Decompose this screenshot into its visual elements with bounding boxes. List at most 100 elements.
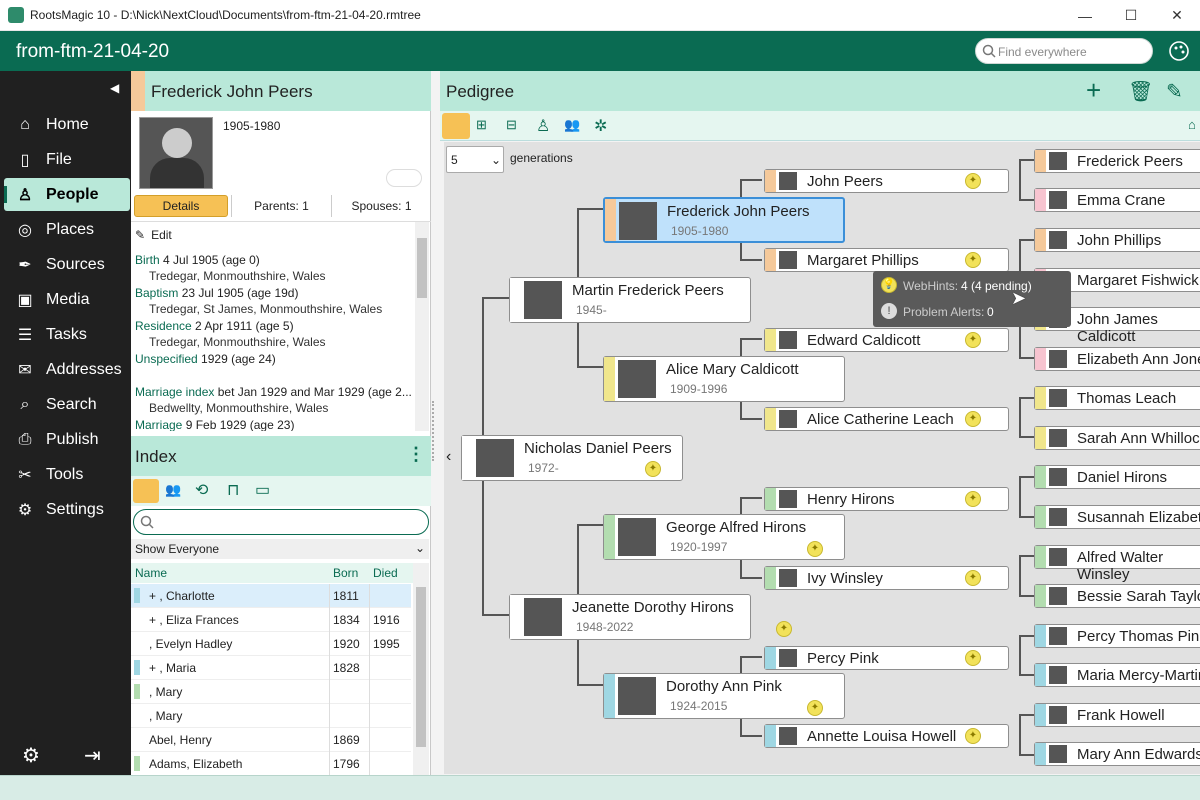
index-row[interactable]: , Mary	[131, 704, 411, 728]
column-born[interactable]: Born	[333, 566, 358, 580]
person-card[interactable]: Henry Hirons ✦	[764, 487, 1009, 511]
nav-item-publish[interactable]: ⎙ Publish	[4, 423, 130, 456]
network-view-icon[interactable]: ✲	[594, 116, 607, 136]
webhint-bulb-icon[interactable]: ✦	[965, 332, 981, 348]
person-card[interactable]: Margaret Phillips ✦	[764, 248, 1009, 272]
index-scrollbar[interactable]	[413, 563, 429, 775]
event-item[interactable]: Residence 2 Apr 1911 (age 5) Tredegar, Mo…	[135, 318, 415, 350]
family-view-icon[interactable]: ⊞	[476, 117, 487, 133]
person-card[interactable]: Percy Thomas Pink	[1034, 624, 1200, 648]
name-list-icon[interactable]	[133, 479, 159, 503]
person-card[interactable]: Alfred Walter Winsley	[1034, 545, 1200, 583]
person-view-icon[interactable]: ♙	[536, 116, 550, 136]
nav-item-tools[interactable]: ✂ Tools	[4, 458, 130, 491]
person-card[interactable]: Emma Crane	[1034, 188, 1200, 212]
event-item[interactable]: Marriage index bet Jan 1929 and Mar 1929…	[135, 384, 415, 416]
collapse-panel-icon[interactable]: ◀	[110, 81, 119, 95]
home-person-icon[interactable]: ⌂	[1188, 117, 1196, 132]
person-card[interactable]: George Alfred Hirons 1920-1997 ✦	[603, 514, 845, 560]
person-card[interactable]: Nicholas Daniel Peers 1972- ✦	[461, 435, 683, 481]
tab-parents[interactable]: Parents: 1	[231, 195, 331, 217]
edit-pencil-icon[interactable]: ✎	[1166, 79, 1183, 104]
minimize-icon[interactable]: —	[1062, 0, 1108, 31]
event-item[interactable]: Unspecified 1929 (age 24)	[135, 351, 415, 367]
index-row[interactable]: Adams, Elizabeth 1796	[131, 752, 411, 775]
maximize-icon[interactable]: ☐	[1108, 0, 1154, 31]
edit-button[interactable]: ✎ Edit	[135, 228, 172, 242]
index-row[interactable]: , Evelyn Hadley 1920 1995	[131, 632, 411, 656]
index-row[interactable]: + , Maria 1828	[131, 656, 411, 680]
webhint-bulb-icon[interactable]: ✦	[776, 621, 792, 637]
person-card[interactable]: Elizabeth Ann Jones	[1034, 347, 1200, 371]
person-card[interactable]: Daniel Hirons	[1034, 465, 1200, 489]
tree-view-icon[interactable]: ⚙	[22, 743, 40, 768]
webhint-bulb-icon[interactable]: ✦	[965, 650, 981, 666]
index-row[interactable]: , Mary	[131, 680, 411, 704]
person-card[interactable]: John Phillips	[1034, 228, 1200, 252]
webhint-bulb-icon[interactable]: ✦	[965, 570, 981, 586]
event-item[interactable]: Baptism 23 Jul 1905 (age 19d) Tredegar, S…	[135, 285, 415, 317]
person-card[interactable]: Sarah Ann Whillock	[1034, 426, 1200, 450]
person-card[interactable]: Alice Catherine Leach ✦	[764, 407, 1009, 431]
close-icon[interactable]: ✕	[1154, 0, 1200, 31]
webhint-bulb-icon[interactable]: ✦	[965, 411, 981, 427]
webhint-bulb-icon[interactable]: ✦	[965, 173, 981, 189]
tab-spouses[interactable]: Spouses: 1	[331, 195, 431, 217]
column-name[interactable]: Name	[135, 566, 167, 580]
tab-details[interactable]: Details	[134, 195, 228, 217]
webhint-bulb-icon[interactable]: ✦	[807, 541, 823, 557]
nav-item-search[interactable]: ⌕ Search	[4, 388, 130, 421]
nav-item-tasks[interactable]: ☰ Tasks	[4, 318, 130, 351]
person-card[interactable]: Bessie Sarah Taylor	[1034, 584, 1200, 608]
person-card[interactable]: Martin Frederick Peers 1945-	[509, 277, 751, 323]
webhint-bulb-icon[interactable]: ✦	[965, 491, 981, 507]
nav-item-places[interactable]: ◎ Places	[4, 213, 130, 246]
more-options-icon[interactable]: ⋮	[407, 444, 425, 465]
index-search-input[interactable]	[133, 509, 429, 535]
splitter-handle[interactable]	[432, 401, 436, 461]
groups-icon[interactable]: ▭	[255, 480, 270, 500]
bookmark-icon[interactable]: ⊓	[227, 480, 239, 500]
nav-item-addresses[interactable]: ✉ Addresses	[4, 353, 130, 386]
webhint-bulb-icon[interactable]: ✦	[807, 700, 823, 716]
sign-in-icon[interactable]: ⇥	[84, 743, 101, 768]
person-card[interactable]: Frederick John Peers 1905-1980	[603, 197, 845, 243]
person-card[interactable]: Dorothy Ann Pink 1924-2015 ✦	[603, 673, 845, 719]
event-item[interactable]: Marriage 9 Feb 1929 (age 23)Bedwellty, M…	[135, 417, 415, 431]
person-card[interactable]: John Peers ✦	[764, 169, 1009, 193]
pedigree-view-icon[interactable]	[442, 113, 470, 139]
index-row[interactable]: Abel, Henry 1869	[131, 728, 411, 752]
person-card[interactable]: Mary Ann Edwards	[1034, 742, 1200, 766]
nav-item-people[interactable]: ♙ People	[4, 178, 130, 211]
person-card[interactable]: Percy Pink ✦	[764, 646, 1009, 670]
webhint-bulb-icon[interactable]: ✦	[965, 728, 981, 744]
trash-icon[interactable]: 🗑	[1128, 79, 1153, 104]
column-died[interactable]: Died	[373, 566, 398, 580]
person-card[interactable]: Thomas Leach	[1034, 386, 1200, 410]
add-icon[interactable]: +	[1086, 75, 1101, 106]
person-card[interactable]: Edward Caldicott ✦	[764, 328, 1009, 352]
index-row[interactable]: + , Charlotte 1811	[131, 584, 411, 608]
descendant-view-icon[interactable]: ⊟	[506, 117, 517, 133]
search-everywhere-input[interactable]: Find everywhere	[975, 38, 1153, 64]
families-icon[interactable]: 👥	[165, 482, 181, 498]
events-scrollbar[interactable]	[415, 222, 429, 431]
person-card[interactable]: Alice Mary Caldicott 1909-1996	[603, 356, 845, 402]
nav-item-settings[interactable]: ⚙ Settings	[4, 493, 130, 526]
person-card[interactable]: Frank Howell	[1034, 703, 1200, 727]
webhint-bulb-icon[interactable]: ✦	[645, 461, 661, 477]
person-photo[interactable]	[139, 117, 213, 189]
people-view-icon[interactable]: 👥	[564, 117, 580, 133]
palette-icon[interactable]	[1168, 40, 1190, 62]
nav-item-sources[interactable]: ✒ Sources	[4, 248, 130, 281]
history-icon[interactable]: ⟲	[195, 480, 208, 500]
person-card[interactable]: Susannah Elizabeth	[1034, 505, 1200, 529]
person-card[interactable]: Maria Mercy-Martin	[1034, 663, 1200, 687]
webhint-bulb-icon[interactable]: ✦	[965, 252, 981, 268]
person-card[interactable]: Annette Louisa Howell ✦	[764, 724, 1009, 748]
nav-item-home[interactable]: ⌂ Home	[4, 108, 130, 141]
person-card[interactable]: Frederick Peers	[1034, 149, 1200, 173]
index-row[interactable]: + , Eliza Frances 1834 1916	[131, 608, 411, 632]
person-card[interactable]: Ivy Winsley ✦	[764, 566, 1009, 590]
nav-item-media[interactable]: ▣ Media	[4, 283, 130, 316]
